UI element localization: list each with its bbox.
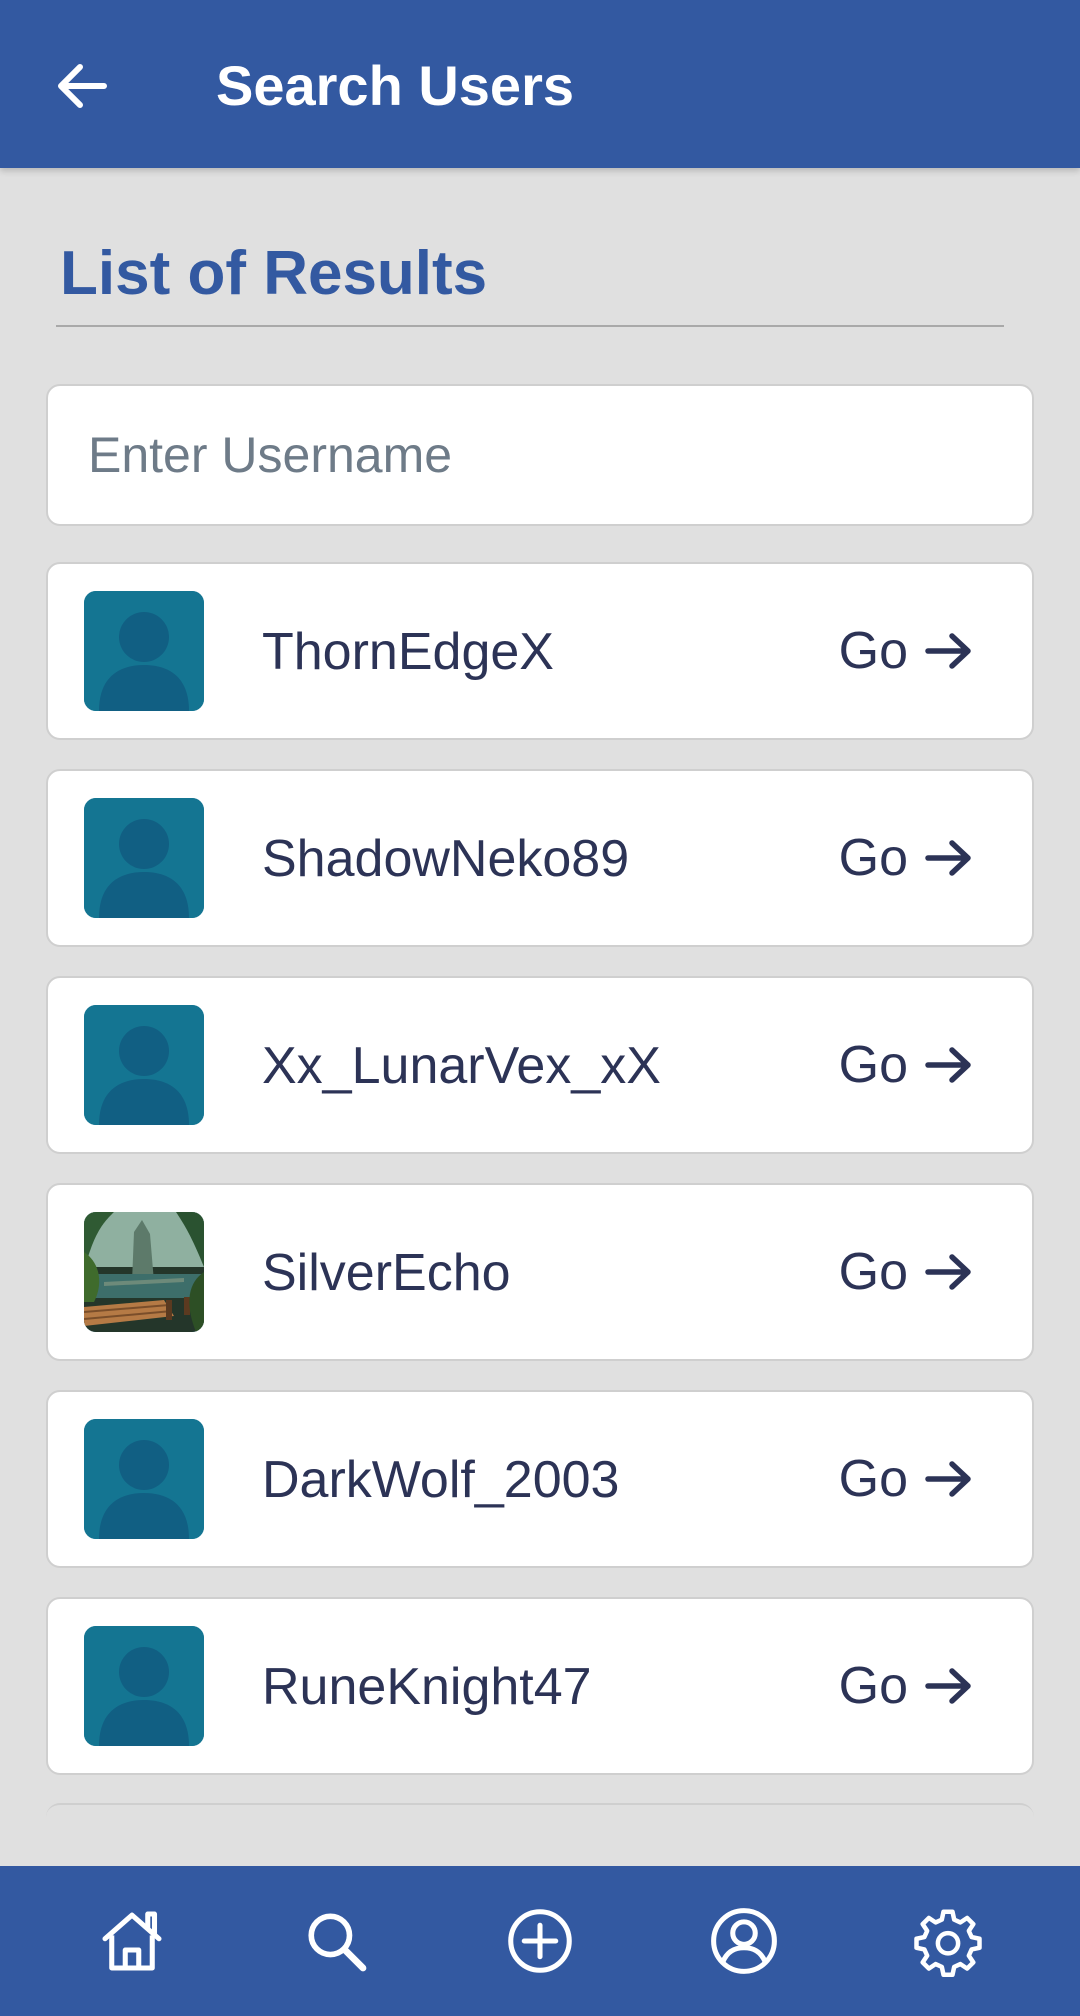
username-label: ShadowNeko89 xyxy=(262,830,630,888)
default-user-icon xyxy=(84,1626,204,1746)
avatar xyxy=(84,1005,204,1125)
go-label: Go xyxy=(838,1657,908,1715)
nav-home[interactable] xyxy=(77,1886,187,1996)
app-bar: Search Users xyxy=(0,0,1080,168)
arrow-right-icon xyxy=(925,1461,971,1497)
section-title: List of Results xyxy=(60,239,488,308)
result-row[interactable]: RuneKnight47 Go xyxy=(46,1597,1034,1775)
username-label: DarkWolf_2003 xyxy=(262,1451,620,1509)
plus-circle-icon xyxy=(508,1909,572,1973)
go-button[interactable]: Go xyxy=(839,620,974,682)
avatar xyxy=(84,1212,204,1332)
nav-search[interactable] xyxy=(281,1886,391,1996)
go-button[interactable]: Go xyxy=(839,1034,974,1096)
username-label: RuneKnight47 xyxy=(262,1658,592,1716)
go-label: Go xyxy=(838,1036,908,1094)
arrow-right-icon xyxy=(925,1047,971,1083)
jungle-landscape-image xyxy=(84,1212,204,1332)
result-row[interactable]: SilverEcho Go xyxy=(46,1183,1034,1361)
home-icon xyxy=(102,1911,162,1971)
arrow-left-icon xyxy=(58,64,107,108)
username-search-input[interactable] xyxy=(48,386,1032,524)
result-row[interactable]: ShadowNeko89 Go xyxy=(46,769,1034,947)
default-user-icon xyxy=(84,1005,204,1125)
arrow-right-icon xyxy=(925,840,971,876)
result-row[interactable]: Xx_LunarVex_xX Go xyxy=(46,976,1034,1154)
default-user-icon xyxy=(84,1419,204,1539)
go-button[interactable]: Go xyxy=(839,1655,974,1717)
avatar xyxy=(84,798,204,918)
nav-create[interactable] xyxy=(485,1886,595,1996)
partial-result-row xyxy=(46,1803,1034,1863)
search-field xyxy=(46,384,1034,526)
result-row[interactable]: DarkWolf_2003 Go xyxy=(46,1390,1034,1568)
username-label: ThornEdgeX xyxy=(262,623,554,681)
default-user-icon xyxy=(84,591,204,711)
nav-settings[interactable] xyxy=(893,1886,1003,1996)
avatar xyxy=(84,591,204,711)
gear-icon xyxy=(914,1909,982,1977)
go-button[interactable]: Go xyxy=(839,1241,974,1303)
go-button[interactable]: Go xyxy=(839,1448,974,1510)
go-label: Go xyxy=(838,622,908,680)
nav-profile[interactable] xyxy=(689,1886,799,1996)
go-button[interactable]: Go xyxy=(839,827,974,889)
arrow-right-icon xyxy=(925,633,971,669)
result-row[interactable]: ThornEdgeX Go xyxy=(46,562,1034,740)
search-icon xyxy=(308,1913,367,1972)
avatar xyxy=(84,1626,204,1746)
results-list: ThornEdgeX Go ShadowNeko89 Go Xx_LunarVe… xyxy=(46,562,1034,1804)
go-label: Go xyxy=(838,1450,908,1508)
username-label: Xx_LunarVex_xX xyxy=(262,1037,661,1095)
page-title: Search Users xyxy=(216,54,575,117)
username-label: SilverEcho xyxy=(262,1244,511,1302)
section-divider xyxy=(56,325,1004,327)
bottom-nav xyxy=(0,1866,1080,2016)
default-user-icon xyxy=(84,798,204,918)
back-button[interactable] xyxy=(50,54,114,118)
avatar xyxy=(84,1419,204,1539)
user-circle-icon xyxy=(711,1908,777,1974)
go-label: Go xyxy=(838,1243,908,1301)
arrow-right-icon xyxy=(925,1668,971,1704)
go-label: Go xyxy=(838,829,908,887)
arrow-right-icon xyxy=(925,1254,971,1290)
